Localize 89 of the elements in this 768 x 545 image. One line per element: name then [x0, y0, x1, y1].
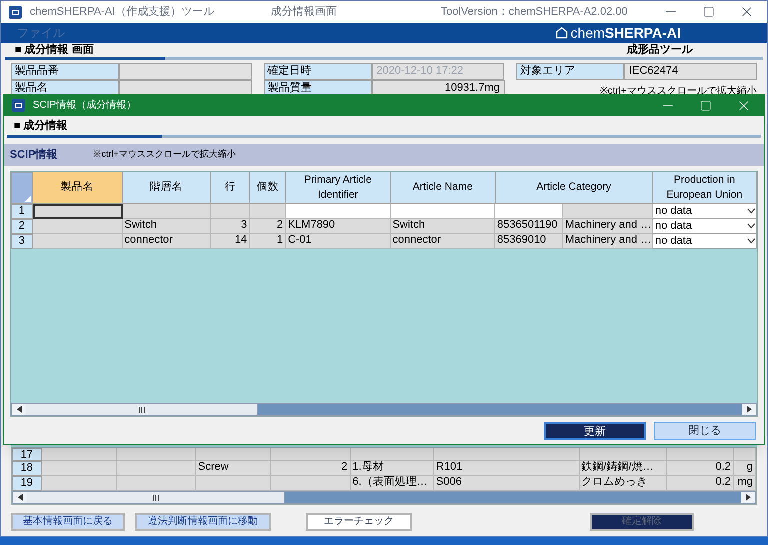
- table-cell: [734, 448, 756, 461]
- horizontal-scrollbar[interactable]: [12, 491, 756, 504]
- left-arrow-icon[interactable]: [16, 406, 22, 413]
- corner-cell[interactable]: [11, 172, 33, 204]
- field-label: 確定日時: [264, 63, 372, 80]
- production-dropdown[interactable]: no data: [653, 204, 758, 219]
- column-header[interactable]: Article Name: [391, 172, 496, 204]
- table-cell[interactable]: 3: [211, 219, 250, 234]
- maximize-icon[interactable]: [703, 6, 715, 18]
- column-header[interactable]: 行: [211, 172, 250, 204]
- column-header[interactable]: 個数: [250, 172, 286, 204]
- table-cell[interactable]: [390, 204, 496, 219]
- left-arrow-icon[interactable]: [18, 494, 22, 501]
- dialog-button[interactable]: 閉じる: [654, 422, 756, 440]
- table-cell: 6.（表面処理…: [350, 476, 434, 491]
- table-cell[interactable]: [250, 204, 286, 219]
- table-cell[interactable]: [495, 204, 564, 219]
- app-icon: [12, 99, 25, 112]
- table-cell: 0.2: [667, 461, 734, 476]
- table-cell: Screw: [196, 461, 271, 476]
- screen-name: 成分情報画面: [271, 4, 338, 20]
- table-cell[interactable]: Machinery and …: [563, 219, 654, 234]
- table-cell[interactable]: [32, 204, 123, 219]
- table-cell[interactable]: [122, 204, 212, 219]
- field-value: 2020-12-10 17:22: [372, 63, 504, 80]
- production-dropdown[interactable]: no data: [653, 234, 757, 249]
- table-cell: 鉄鋼/鋳鋼/焼…: [580, 461, 668, 476]
- row-number[interactable]: 18: [12, 461, 42, 476]
- production-dropdown[interactable]: no data: [653, 219, 757, 234]
- table-cell[interactable]: Machinery and …: [563, 234, 654, 249]
- table-cell[interactable]: 8536501190: [495, 219, 564, 234]
- column-header[interactable]: Production in European Union: [653, 172, 758, 204]
- table-cell[interactable]: connector: [390, 234, 496, 249]
- app-icon: [9, 6, 22, 18]
- table-cell: 0.2: [667, 476, 734, 491]
- column-header[interactable]: 製品名: [32, 172, 123, 204]
- table-cell[interactable]: connector: [122, 234, 212, 249]
- grip-icon: [152, 494, 158, 500]
- action-button[interactable]: エラーチェック: [306, 513, 412, 531]
- horizontal-scrollbar[interactable]: [11, 403, 757, 416]
- table-cell: S006: [434, 476, 580, 491]
- table-cell[interactable]: [286, 204, 391, 219]
- section-subtitle: 成形品ツール: [627, 42, 694, 58]
- field-label: 対象エリア: [516, 63, 624, 80]
- row-number[interactable]: 3: [11, 234, 33, 249]
- table-cell[interactable]: C-01: [286, 234, 391, 249]
- row-number[interactable]: 17: [12, 448, 42, 461]
- table-cell[interactable]: 14: [211, 234, 250, 249]
- scip-hint: ※ctrl+マウススクロールで拡大縮小: [94, 148, 236, 162]
- corner-triangle-icon: [24, 196, 31, 202]
- table-cell: 1.母材: [350, 461, 434, 476]
- table-cell: mg: [734, 476, 756, 491]
- dialog-button[interactable]: 更新: [544, 422, 646, 440]
- field-value: IEC62474: [624, 63, 758, 80]
- table-cell[interactable]: Switch: [390, 219, 496, 234]
- table-cell: [667, 448, 734, 461]
- table-cell[interactable]: [211, 204, 250, 219]
- table-cell: R101: [434, 461, 580, 476]
- table-cell[interactable]: [563, 204, 654, 219]
- section-title: ■ 成分情報 画面: [15, 42, 94, 58]
- logo-text: chemSHERPA-AI: [570, 24, 681, 42]
- table-cell[interactable]: 2: [250, 219, 286, 234]
- column-header[interactable]: Article Category: [496, 172, 654, 204]
- version-label: ToolVersion：chemSHERPA-A2.02.00: [440, 4, 629, 20]
- row-number[interactable]: 1: [11, 204, 33, 219]
- table-cell[interactable]: 1: [250, 234, 286, 249]
- table-cell: 2: [270, 461, 351, 476]
- field-label: 製品品番: [11, 63, 119, 80]
- column-header[interactable]: 階層名: [122, 172, 212, 204]
- dialog-section-title: ■ 成分情報: [14, 118, 68, 134]
- table-cell[interactable]: Switch: [122, 219, 212, 234]
- table-cell[interactable]: KLM7890: [286, 219, 391, 234]
- right-arrow-icon[interactable]: [746, 494, 750, 501]
- action-button[interactable]: 基本情報画面に戻る: [11, 513, 125, 531]
- scip-title: SCIP情報: [10, 148, 58, 163]
- table-cell[interactable]: 85369010: [495, 234, 564, 249]
- window-title: chemSHERPA-AI（作成支援）ツール: [30, 4, 214, 20]
- row-number[interactable]: 2: [11, 219, 33, 234]
- grip-icon: [138, 406, 144, 412]
- table-cell: g: [734, 461, 756, 476]
- right-arrow-icon[interactable]: [746, 406, 752, 413]
- column-header[interactable]: Primary Article Identifier: [286, 172, 392, 204]
- logo-icon: [554, 27, 569, 39]
- row-number[interactable]: 19: [12, 476, 42, 491]
- table-cell[interactable]: [32, 219, 123, 234]
- table-cell[interactable]: [32, 234, 123, 249]
- table-cell: クロムめっき: [580, 476, 668, 491]
- dialog-title: SCIP情報（成分情報）: [33, 98, 136, 113]
- action-button[interactable]: 遵法判断情報画面に移動: [135, 513, 271, 531]
